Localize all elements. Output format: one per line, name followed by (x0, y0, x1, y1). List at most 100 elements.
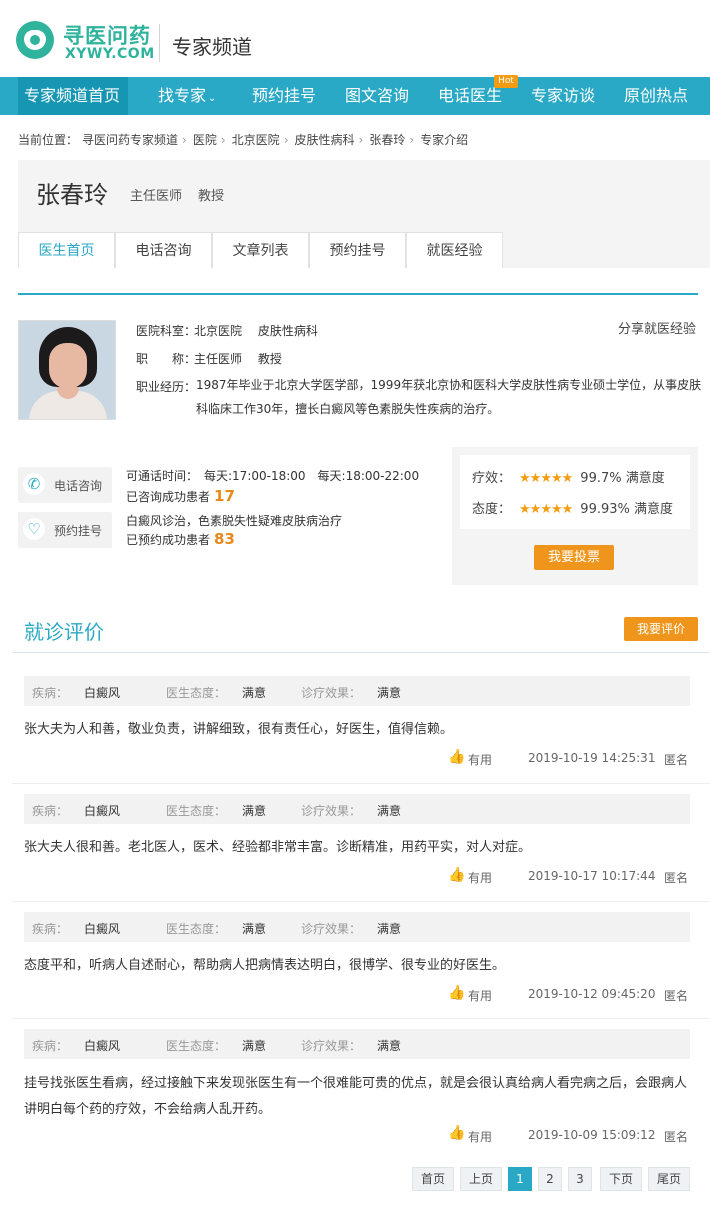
nav-item-interview[interactable]: 专家访谈 (531, 77, 595, 115)
career-row: 职业经历： (136, 378, 197, 395)
tab-phone-consult[interactable]: 电话咨询 (115, 232, 212, 268)
chevron-right-icon: › (283, 133, 289, 147)
title-row: 职 称：主任医师 教授 (136, 350, 282, 367)
chevron-right-icon: › (358, 133, 364, 147)
thumbs-up-icon[interactable]: 👍 (448, 985, 465, 1001)
disease-label: 疾病： (32, 922, 69, 936)
tab-experience[interactable]: 就医经验 (406, 232, 503, 268)
nav-item-text-consult[interactable]: 图文咨询 (345, 77, 409, 115)
phone-consult-button[interactable]: ✆ 电话咨询 (18, 467, 112, 503)
rating-panel: 疗效： ★★★★★ 99.7% 满意度 态度： ★★★★★ 99.93% 满意度 我要投… (452, 447, 698, 585)
page-button[interactable]: 3 (568, 1167, 592, 1191)
useful-button[interactable]: 有用 (468, 987, 492, 1004)
attitude-value: 满意 (242, 804, 267, 818)
vote-button[interactable]: 我要投票 (534, 545, 614, 570)
effect-label: 诊疗效果： (301, 686, 362, 700)
chevron-right-icon: › (182, 133, 187, 147)
logo-domain[interactable]: XYWY.COM (65, 46, 155, 62)
star-icon: ★★★★★ (519, 502, 573, 517)
attitude-rating: 态度： ★★★★★ 99.93% 满意度 (472, 498, 673, 517)
page-first-button[interactable]: 首页 (412, 1167, 454, 1191)
review-attitude: 医生态度： 满意 (166, 684, 266, 701)
effect-value: 满意 (377, 804, 402, 818)
tab-articles[interactable]: 文章列表 (212, 232, 309, 268)
breadcrumb-item[interactable]: 张春玲 (369, 133, 405, 147)
page-button-current[interactable]: 1 (508, 1167, 532, 1191)
heart-plus-icon: ♡ (23, 518, 45, 540)
effect-label: 诊疗效果： (301, 1039, 362, 1053)
effect-label: 诊疗效果： (301, 922, 362, 936)
chevron-right-icon: › (220, 133, 226, 147)
useful-button[interactable]: 有用 (468, 869, 492, 886)
doctor-academic: 教授 (198, 189, 225, 204)
channel-title: 专家频道 (172, 35, 252, 59)
write-review-button[interactable]: 我要评价 (624, 617, 698, 641)
career-label: 职业经历： (136, 380, 197, 394)
booking-button[interactable]: ♡ 预约挂号 (18, 512, 112, 548)
doctor-photo (18, 320, 116, 420)
breadcrumb-item[interactable]: 寻医问药专家频道 (82, 133, 178, 147)
share-experience-link[interactable]: 分享就医经验 (618, 318, 696, 337)
useful-button[interactable]: 有用 (468, 1128, 492, 1145)
review-text: 张大夫为人和善，敬业负责，讲解细致，很有责任心，好医生，值得信赖。 (24, 722, 454, 737)
review-text: 挂号找张医生看病，经过接触下来发现张医生有一个很难能可贵的优点，就是会很认真给病… (24, 1076, 688, 1117)
site-header: 寻医问药 XYWY.COM 专家频道 (0, 0, 710, 76)
booked-count: 83 (214, 530, 235, 548)
tab-home[interactable]: 医生首页 (18, 232, 115, 270)
review-attitude: 医生态度： 满意 (166, 920, 266, 937)
breadcrumb: 当前位置： 寻医问药专家频道 › 医院 › 北京医院 › 皮肤性病科 › 张春玲 › 专家介绍 (18, 131, 472, 148)
review-meta: 疾病： 白癜风 医生态度： 满意 诊疗效果： 满意 (24, 676, 690, 706)
nav-item-home[interactable]: 专家频道首页 (18, 77, 128, 115)
nav-item-original[interactable]: 原创热点 (624, 77, 688, 115)
thumbs-up-icon[interactable]: 👍 (448, 1125, 465, 1141)
effect-label: 疗效： (472, 471, 512, 486)
reviews-title: 就诊评价 (24, 620, 104, 644)
review-meta: 疾病： 白癜风 医生态度： 满意 诊疗效果： 满意 (24, 1029, 690, 1059)
chevron-down-icon: ⌄ (208, 93, 217, 104)
breadcrumb-item[interactable]: 医院 (193, 133, 217, 147)
tab-booking[interactable]: 预约挂号 (309, 232, 406, 268)
breadcrumb-item[interactable]: 北京医院 (232, 133, 280, 147)
review-author: 匿名 (664, 871, 689, 885)
disease-label: 疾病： (32, 804, 69, 818)
review-divider (12, 783, 710, 784)
effect-label: 诊疗效果： (301, 804, 362, 818)
page-last-button[interactable]: 尾页 (648, 1167, 690, 1191)
page-button[interactable]: 2 (538, 1167, 562, 1191)
logo-icon[interactable] (16, 21, 54, 59)
attitude-label: 医生态度： (166, 922, 227, 936)
page-next-button[interactable]: 下页 (600, 1167, 642, 1191)
phone-icon: ✆ (23, 473, 45, 495)
useful-button[interactable]: 有用 (468, 751, 492, 768)
attitude-label: 态度： (472, 502, 512, 517)
rating-card: 疗效： ★★★★★ 99.7% 满意度 态度： ★★★★★ 99.93% 满意度 (460, 455, 690, 529)
disease-label: 疾病： (32, 1039, 69, 1053)
disease-label: 疾病： (32, 686, 69, 700)
dept-value: 北京医院 皮肤性病科 (194, 324, 318, 338)
consulted-label: 已咨询成功患者 (126, 490, 211, 504)
breadcrumb-item[interactable]: 皮肤性病科 (295, 133, 355, 147)
nav-item-phone-doctor[interactable]: 电话医生 (438, 77, 502, 115)
nav-item-find-expert[interactable]: 找专家 ⌄ (158, 77, 216, 115)
review-disease: 疾病： 白癜风 (32, 920, 120, 937)
review-time: 2019-10-12 09:45:20 (528, 987, 656, 1001)
attitude-value: 满意 (242, 1039, 267, 1053)
doctor-name: 张春玲 (36, 181, 108, 209)
nav-item-booking[interactable]: 预约挂号 (252, 77, 316, 115)
effect-value: 99.7% 满意度 (580, 471, 665, 486)
attitude-label: 医生态度： (166, 686, 227, 700)
thumbs-up-icon[interactable]: 👍 (448, 867, 465, 883)
page-prev-button[interactable]: 上页 (460, 1167, 502, 1191)
review-effect: 诊疗效果： 满意 (301, 920, 401, 937)
review-author: 匿名 (664, 753, 689, 767)
review-effect: 诊疗效果： 满意 (301, 1037, 401, 1054)
effect-value: 满意 (377, 922, 402, 936)
booked-label: 已预约成功患者 (126, 533, 211, 547)
review-divider (12, 1018, 710, 1019)
star-icon: ★★★★★ (519, 471, 573, 486)
hot-badge: Hot (494, 75, 518, 88)
reviews-divider (12, 652, 710, 653)
booking-label: 预约挂号 (54, 524, 103, 538)
main-nav: 专家频道首页 找专家 ⌄ 预约挂号 图文咨询 电话医生 Hot 专家访谈 原创热点 (0, 75, 710, 115)
thumbs-up-icon[interactable]: 👍 (448, 749, 465, 765)
